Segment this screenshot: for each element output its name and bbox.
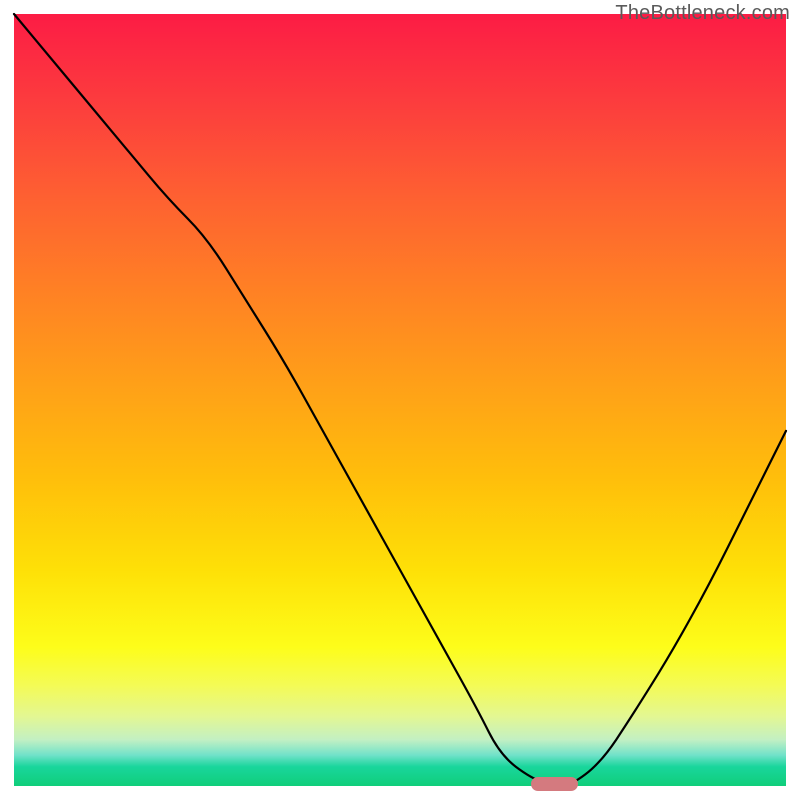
curve-svg [14,14,786,786]
optimal-marker [531,777,577,791]
bottleneck-chart: TheBottleneck.com [0,0,800,800]
bottleneck-curve-path [14,14,786,786]
